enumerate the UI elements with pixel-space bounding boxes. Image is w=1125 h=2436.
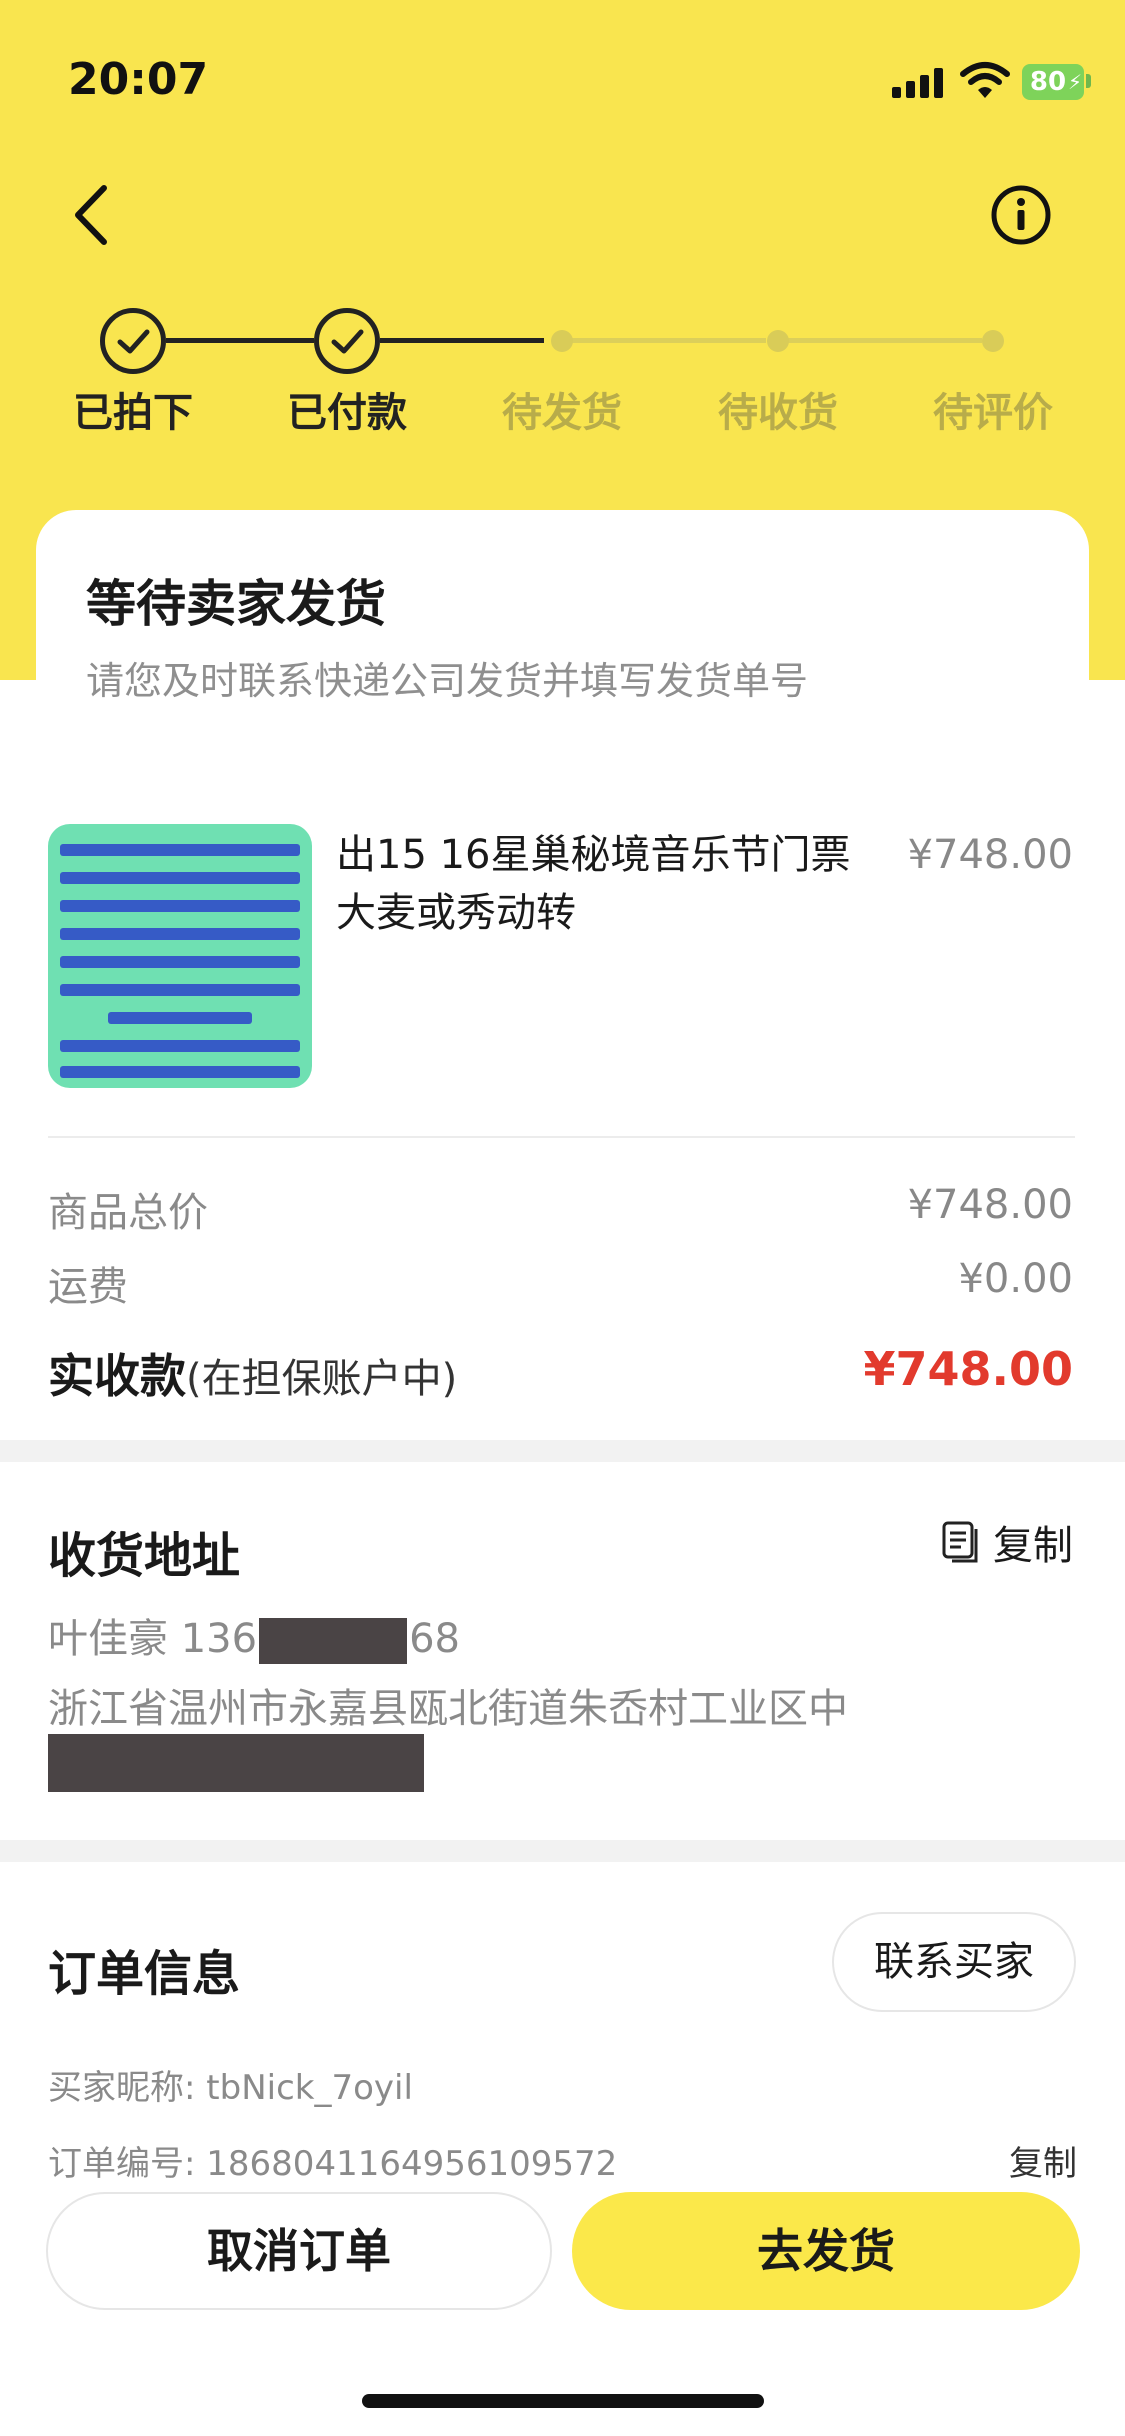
progress-line-2 [380,338,544,343]
step-label-4: 待收货 [718,390,838,436]
wifi-icon [960,62,1010,98]
step-label-3: 待发货 [502,390,622,436]
step-label-1: 已拍下 [73,390,193,436]
shipping-value: ¥0.00 [958,1256,1073,1302]
section-separator [0,1840,1125,1862]
battery-icon: 80 [1022,64,1084,100]
received-amount-value: ¥748.00 [863,1342,1073,1396]
step-2-check-icon [314,308,380,374]
phone-redaction [259,1618,408,1664]
status-title: 等待卖家发货 [86,575,386,633]
received-note: (在担保账户中) [186,1356,458,1402]
order-number-value: 1868041164956109572 [206,2144,618,2184]
step-3-dot [551,330,573,352]
copy-address-label: 复制 [993,1523,1073,1569]
step-label-5: 待评价 [933,390,1053,436]
status-subtitle: 请您及时联系快递公司发货并填写发货单号 [86,659,809,703]
recipient-line: 叶佳豪 136 68 [48,1606,460,1664]
back-button[interactable] [62,180,122,250]
order-info-title: 订单信息 [48,1946,241,2002]
shipping-label: 运费 [48,1264,128,1310]
order-number-label: 订单编号: [48,2144,196,2184]
address-title: 收货地址 [48,1528,241,1584]
order-number-row: 订单编号: 1868041164956109572 [48,2136,617,2185]
contact-buyer-button[interactable]: 联系买家 [832,1912,1076,2012]
info-button[interactable] [990,184,1052,246]
progress-line-1 [166,338,314,343]
step-4-dot [767,330,789,352]
cancel-order-button[interactable]: 取消订单 [46,2192,552,2310]
received-amount-label: 实收款(在担保账户中) [48,1349,458,1403]
progress-line-4 [788,338,982,343]
step-5-dot [982,330,1004,352]
divider [48,1136,1075,1138]
goods-total-label: 商品总价 [48,1190,208,1236]
info-circle-icon [991,185,1051,245]
battery-nub [1086,74,1091,88]
chevron-left-icon [75,185,107,245]
cellular-signal-icon [892,68,944,98]
step-1-check-icon [100,308,166,374]
copy-address-button[interactable]: 复制 [941,1512,1073,1572]
order-status-card: 等待卖家发货 请您及时联系快递公司发货并填写发货单号 [36,510,1089,754]
goods-total-value: ¥748.00 [907,1182,1073,1228]
home-indicator[interactable] [362,2394,764,2408]
product-title[interactable]: 出15 16星巢秘境音乐节门票大麦或秀动转 [336,826,876,942]
progress-line-3 [572,338,766,343]
phone-suffix: 68 [409,1616,460,1662]
copy-icon [942,1521,978,1563]
buyer-nick-value: tbNick_7oyil [206,2068,413,2108]
address-line: 浙江省温州市永嘉县瓯北街道朱岙村工业区中 [48,1686,848,1732]
product-thumbnail[interactable] [48,824,312,1088]
step-label-2: 已付款 [287,390,407,436]
product-price: ¥748.00 [907,832,1073,878]
recipient-name: 叶佳豪 [48,1616,168,1662]
section-separator [0,1440,1125,1462]
buyer-nick-label: 买家昵称: [48,2068,196,2108]
copy-order-number-button[interactable]: 复制 [1009,2136,1077,2185]
buyer-nick-row: 买家昵称: tbNick_7oyil [48,2060,413,2109]
address-redaction [48,1734,424,1792]
status-time: 20:07 [68,54,209,105]
ship-button[interactable]: 去发货 [572,2192,1080,2310]
phone-prefix: 136 [180,1616,258,1662]
